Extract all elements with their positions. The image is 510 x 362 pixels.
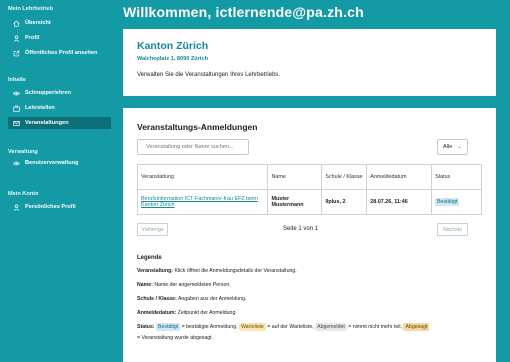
table-row: Berufsinformation ICT-Fachmann/-frau EFZ…	[136, 189, 482, 215]
legend-event: Veranstaltung: Klick öffnet die Anmeldun…	[137, 268, 297, 274]
registrations-title: Veranstaltungs-Anmeldungen	[137, 122, 258, 132]
status-badge: Bestätigt	[156, 323, 181, 331]
column-header: Schule / Klasse	[321, 164, 368, 190]
sidebar-item-label: Profil	[25, 35, 40, 41]
next-page-button[interactable]: Nächste	[437, 223, 468, 236]
legend-key: Name:	[137, 282, 153, 288]
home-icon	[12, 19, 21, 28]
intro-text: Verwalten Sie die Veranstaltungen Ihres …	[137, 72, 281, 78]
user-icon	[12, 34, 21, 43]
legend-key: Schule / Klasse:	[137, 296, 177, 302]
sidebar-section-lehrbetrieb: Mein Lehrbetrieb	[8, 6, 54, 12]
sidebar-item-label: Veranstaltungen	[25, 120, 69, 126]
search-input[interactable]	[137, 139, 249, 155]
legend-text: Klick öffnet die Anmeldungsdetails der V…	[174, 268, 297, 274]
mail-icon	[12, 119, 21, 128]
legend-status: Status: Bestätigt = bestätigte Anmeldung…	[137, 323, 430, 331]
page-info: Seite 1 von 1	[283, 226, 319, 232]
legend-name: Name: Name der angemeldeten Person.	[137, 282, 231, 288]
organization-address: Walcheplatz 1, 8090 Zürich	[137, 56, 208, 62]
legend-text: = bestätigte Anmeldung,	[181, 324, 238, 330]
status-badge: Bestätigt	[435, 198, 460, 206]
sidebar-item-profil[interactable]: Profil	[8, 32, 111, 44]
status-filter-select[interactable]: Alle ⌄	[437, 139, 468, 155]
sidebar: Mein Lehrbetrieb Übersicht Profil Öffent…	[0, 0, 118, 362]
sidebar-item-label: Schnupperlehren	[25, 90, 72, 96]
sidebar-item-persoenliches-profil[interactable]: Persönliches Profil	[8, 201, 111, 213]
legend-text: = nimmt nicht mehr teil,	[348, 324, 403, 330]
name-cell: Muster Mustermann	[267, 189, 323, 215]
sidebar-item-public-profile[interactable]: Öffentliches Profil ansehen	[8, 47, 111, 59]
legend-text: = auf der Warteliste,	[267, 324, 314, 330]
status-badge: Abgesagt	[403, 323, 430, 331]
sidebar-item-uebersicht[interactable]: Übersicht	[8, 17, 111, 29]
sidebar-section-verwaltung: Verwaltung	[8, 149, 38, 155]
legend-date: Anmeldedatum: Zeitpunkt der Anmeldung.	[137, 310, 237, 316]
sidebar-item-label: Öffentliches Profil ansehen	[25, 50, 98, 56]
legend-school: Schule / Klasse: Angaben aus der Anmeldu…	[137, 296, 246, 302]
column-header: Status	[431, 164, 482, 190]
sidebar-item-label: Übersicht	[25, 20, 51, 26]
sidebar-item-label: Lehrstellen	[25, 105, 55, 111]
page-title: Willkommen, ictlernende@pa.zh.ch	[123, 4, 364, 20]
eye-icon	[12, 89, 21, 98]
sidebar-item-label: Benutzerverwaltung	[25, 160, 79, 166]
previous-page-button[interactable]: Vorherige	[137, 223, 168, 236]
status-cell: Bestätigt	[431, 189, 482, 215]
column-header: Veranstaltung	[136, 164, 269, 190]
status-badge: Abgemeldet	[315, 323, 347, 331]
sidebar-item-veranstaltungen[interactable]: Veranstaltungen	[8, 117, 111, 129]
legend-key: Veranstaltung:	[137, 268, 174, 274]
sidebar-item-schnupperlehren[interactable]: Schnupperlehren	[8, 87, 111, 99]
legend-key: Anmeldedatum:	[137, 310, 177, 316]
sidebar-section-konto: Mein Konto	[8, 191, 39, 197]
legend-status-cont: = Veranstaltung wurde abgesagt.	[137, 335, 213, 341]
external-link-icon	[12, 49, 21, 58]
users-icon	[12, 159, 21, 168]
organization-name: Kanton Zürich	[137, 40, 209, 52]
status-filter-value: Alle	[443, 144, 453, 150]
date-cell: 28.07.26, 11:46	[366, 189, 433, 215]
sidebar-item-benutzerverwaltung[interactable]: Benutzerverwaltung	[8, 157, 111, 169]
sidebar-item-lehrstellen[interactable]: Lehrstellen	[8, 102, 111, 114]
event-cell: Berufsinformation ICT-Fachmann/-frau EFZ…	[136, 189, 269, 215]
sidebar-item-label: Persönliches Profil	[25, 204, 76, 210]
column-header: Name	[267, 164, 323, 190]
legend-text: Name der angemeldeten Person.	[154, 282, 231, 288]
briefcase-icon	[12, 104, 21, 113]
legend-key: Status:	[137, 324, 155, 330]
status-badge: Warteliste	[238, 323, 266, 331]
legend-text: Zeitpunkt der Anmeldung.	[177, 310, 237, 316]
event-link[interactable]: Berufsinformation ICT-Fachmann/-frau EFZ…	[141, 196, 258, 208]
user-icon	[12, 203, 21, 212]
organization-card: Kanton Zürich Walcheplatz 1, 8090 Zürich…	[123, 29, 496, 96]
column-header: Anmeldedatum	[366, 164, 433, 190]
legend-text: Angaben aus der Anmeldung.	[177, 296, 247, 302]
legend-title: Legende	[137, 255, 162, 261]
table-header-row: Veranstaltung Name Schule / Klasse Anmel…	[136, 164, 482, 190]
school-cell: 9plus, 2	[321, 189, 368, 215]
sidebar-section-inhalte: Inhalte	[8, 77, 27, 83]
chevron-down-icon: ⌄	[457, 144, 462, 150]
legend-text: = Veranstaltung wurde abgesagt.	[137, 335, 213, 341]
registrations-table: Veranstaltung Name Schule / Klasse Anmel…	[136, 164, 482, 215]
registrations-card: Veranstaltungs-Anmeldungen Alle ⌄ Verans…	[123, 108, 496, 362]
